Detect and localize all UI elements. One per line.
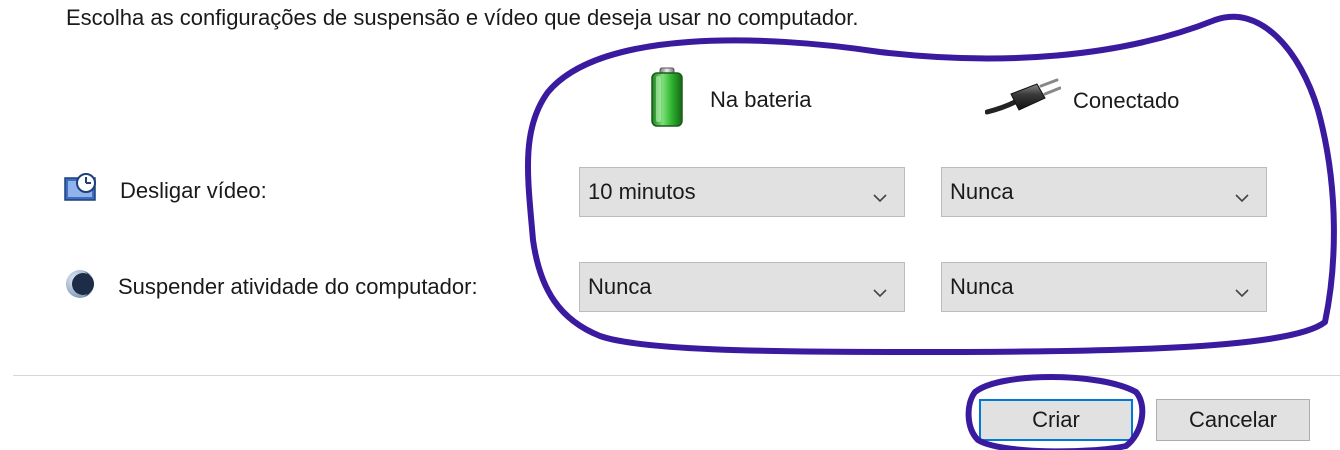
power-plug-icon [984,78,1062,124]
selected-value: Nunca [950,179,1014,204]
create-button[interactable]: Criar [979,399,1133,441]
column-header-plugged: Conectado [984,78,1180,124]
selected-value: Nunca [950,274,1014,299]
setting-display-off: Desligar vídeo: [64,173,267,209]
chevron-down-icon [872,185,888,211]
setting-label-display-off: Desligar vídeo: [120,178,267,203]
chevron-down-icon [1234,185,1250,211]
battery-icon [650,66,684,134]
selected-value: 10 minutos [588,179,696,204]
moon-sleep-icon [64,268,96,306]
footer-divider [13,375,1340,376]
cancel-button[interactable]: Cancelar [1156,399,1310,441]
setting-sleep: Suspender atividade do computador: [64,268,478,306]
intro-text: Escolha as configurações de suspensão e … [66,5,859,30]
display-clock-icon [64,173,98,209]
display-off-plugged-select[interactable]: Nunca [941,167,1267,217]
display-off-battery-select[interactable]: 10 minutos [579,167,905,217]
column-header-battery: Na bateria [650,66,812,134]
chevron-down-icon [1234,280,1250,306]
sleep-plugged-select[interactable]: Nunca [941,262,1267,312]
sleep-battery-select[interactable]: Nunca [579,262,905,312]
column-label-plugged: Conectado [1073,88,1180,113]
column-label-battery: Na bateria [710,87,812,112]
selected-value: Nunca [588,274,652,299]
setting-label-sleep: Suspender atividade do computador: [118,274,478,299]
chevron-down-icon [872,280,888,306]
